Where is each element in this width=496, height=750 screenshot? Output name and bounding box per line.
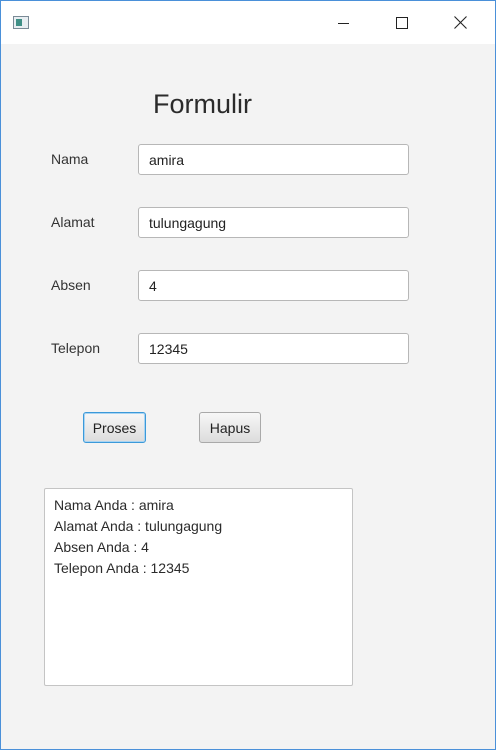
minimize-icon: [338, 22, 349, 24]
output-line-alamat: Alamat Anda : tulungagung: [54, 518, 223, 534]
app-icon: [13, 16, 29, 29]
maximize-button[interactable]: [373, 1, 431, 44]
absen-label: Absen: [51, 277, 91, 293]
app-window: Formulir Nama Alamat Absen Telepon Prose…: [0, 0, 496, 750]
nama-label: Nama: [51, 151, 89, 167]
maximize-icon: [396, 16, 408, 29]
close-button[interactable]: [431, 1, 489, 44]
output-line-telepon: Telepon Anda : 12345: [54, 560, 190, 576]
telepon-label: Telepon: [51, 340, 101, 356]
output-line-absen: Absen Anda : 4: [54, 539, 149, 555]
hapus-button[interactable]: Hapus: [199, 412, 261, 443]
nama-input[interactable]: [138, 144, 409, 175]
close-icon: [453, 16, 467, 29]
alamat-input[interactable]: [138, 207, 409, 238]
alamat-label: Alamat: [51, 214, 95, 230]
output-textarea[interactable]: Nama Anda : amira Alamat Anda : tulungag…: [44, 488, 353, 686]
absen-input[interactable]: [138, 270, 409, 301]
form-title: Formulir: [153, 89, 252, 119]
proses-button[interactable]: Proses: [83, 412, 146, 443]
minimize-button[interactable]: [315, 1, 373, 44]
output-line-nama: Nama Anda : amira: [54, 497, 174, 513]
telepon-input[interactable]: [138, 333, 409, 364]
title-bar[interactable]: [1, 1, 495, 44]
